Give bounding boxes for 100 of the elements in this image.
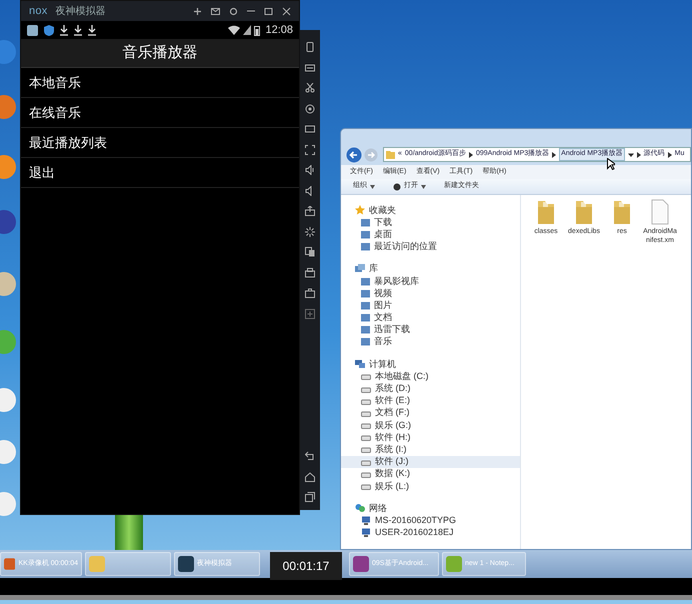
add-window-icon[interactable] (305, 308, 315, 318)
nav-label: 计算机 (369, 360, 396, 369)
document-icon (651, 199, 669, 225)
nav-item[interactable]: 收藏夹 (341, 204, 520, 216)
app-title: 音乐播放器 (21, 39, 299, 68)
app-icon (4, 556, 16, 572)
nav-item[interactable]: 系统 (D:) (341, 382, 520, 395)
close-icon (282, 6, 291, 16)
nav-item[interactable]: 文档 (F:) (341, 406, 520, 419)
recent-apps-icon[interactable] (305, 492, 315, 502)
loading-icon[interactable] (305, 226, 315, 236)
volume-up-icon[interactable] (305, 165, 315, 175)
nav-item[interactable]: 库 (341, 262, 520, 275)
nav-item[interactable]: 图片 (341, 299, 520, 312)
nav-label: 文档 (F:) (375, 408, 410, 418)
signal-icon (243, 25, 252, 35)
window-title: 夜神模拟器 (56, 4, 106, 18)
scissors-icon[interactable] (305, 83, 315, 93)
chevron-right-icon (668, 152, 672, 158)
nav-item[interactable]: 本地磁盘 (C:) (341, 370, 520, 382)
computer-icon (361, 516, 371, 525)
nav-item[interactable]: 最近访问的位置 (341, 240, 520, 253)
printer-icon[interactable] (305, 268, 315, 278)
download-icon (88, 24, 96, 36)
envelope-icon (211, 6, 220, 16)
nav-label: 库 (369, 264, 378, 274)
menu-item[interactable]: 本地音乐 (21, 68, 299, 98)
nav-label: 娱乐 (G:) (375, 420, 411, 430)
multi-window-icon[interactable] (305, 247, 315, 257)
nav-label: 本地磁盘 (C:) (375, 372, 428, 381)
nav-label: 图片 (374, 300, 392, 310)
toolbox-icon[interactable] (305, 288, 315, 298)
nav-item[interactable]: 暴风影视库 (341, 274, 520, 288)
shield-icon (44, 24, 54, 36)
library-icon (355, 264, 365, 274)
chevron-right-icon (552, 152, 556, 158)
menu-item[interactable]: 退出 (21, 158, 299, 188)
nav-label: 下载 (374, 218, 392, 227)
menu-item[interactable]: 在线音乐 (21, 98, 299, 128)
nav-label: 桌面 (374, 230, 392, 239)
location-icon[interactable] (305, 104, 315, 114)
fullscreen-icon[interactable] (305, 144, 315, 154)
nav-item[interactable]: 视频 (341, 287, 520, 300)
back-icon (346, 146, 362, 162)
nav-label: 收藏夹 (369, 206, 396, 215)
app-icon (178, 556, 194, 572)
minimize-icon (247, 10, 255, 12)
screen-icon[interactable] (305, 124, 315, 134)
nav-item[interactable]: 计算机 (341, 358, 520, 370)
nav-item[interactable]: 桌面 (341, 228, 520, 241)
nav-label: 软件 (E:) (375, 396, 410, 406)
chevron-right-icon (636, 152, 641, 158)
nav-item[interactable]: 下载 (341, 216, 520, 228)
nav-item[interactable]: 迅雷下载 (341, 324, 520, 336)
nav-label: 系统 (D:) (375, 384, 410, 394)
nav-label: 音乐 (374, 337, 392, 346)
upload-icon[interactable] (305, 206, 315, 216)
nav-label: 网络 (369, 504, 387, 513)
nav-label: 暴风影视库 (374, 276, 419, 286)
status-time: 12:08 (265, 22, 293, 38)
nav-item[interactable]: 音乐 (341, 336, 520, 348)
nav-item[interactable]: 娱乐 (L:) (341, 480, 520, 492)
download-icon (60, 24, 68, 36)
app-icon (446, 556, 462, 572)
phone-icon[interactable] (305, 42, 315, 52)
nav-label: USER-20160218EJ (375, 528, 454, 538)
nav-label: MS-20160620TYPG (375, 516, 456, 525)
menu-item[interactable]: 最近播放列表 (21, 128, 299, 158)
nav-label: 迅雷下载 (374, 325, 410, 334)
keyboard-icon[interactable] (305, 62, 315, 72)
app-logo: nox (29, 4, 48, 19)
mouse-cursor-icon (607, 158, 615, 170)
chevron-right-icon (469, 152, 473, 158)
nav-item[interactable]: 文档 (341, 312, 520, 324)
nav-label: 视频 (374, 288, 392, 298)
nav-label: 系统 (I:) (375, 444, 406, 454)
nav-label: 数据 (K:) (375, 469, 410, 478)
nav-item[interactable]: 软件 (H:) (341, 431, 520, 444)
nav-item[interactable]: 娱乐 (G:) (341, 419, 520, 432)
dropdown-icon (628, 152, 634, 158)
nav-label: 娱乐 (L:) (375, 482, 410, 491)
star-icon (355, 205, 365, 216)
nav-item[interactable]: 软件 (E:) (341, 394, 520, 407)
nav-item[interactable]: 系统 (I:) (341, 443, 520, 456)
nav-item[interactable]: MS-20160620TYPG (341, 514, 520, 526)
wifi-icon (228, 25, 240, 35)
computer-icon (355, 359, 365, 370)
app-icon (89, 556, 105, 572)
home-icon[interactable] (305, 472, 315, 482)
back-icon[interactable] (305, 451, 315, 461)
nav-item[interactable]: USER-20160218EJ (341, 526, 520, 539)
nav-item[interactable]: 网络 (341, 502, 520, 514)
computer-icon (361, 528, 371, 538)
nav-item[interactable]: 数据 (K:) (341, 468, 520, 480)
maximize-icon (264, 6, 273, 16)
app-icon (353, 556, 369, 572)
nav-item[interactable]: 软件 (J:) (341, 456, 520, 468)
network-icon (355, 503, 365, 514)
recording-timer: 00:01:17 (270, 552, 342, 580)
download-icon (74, 24, 82, 36)
